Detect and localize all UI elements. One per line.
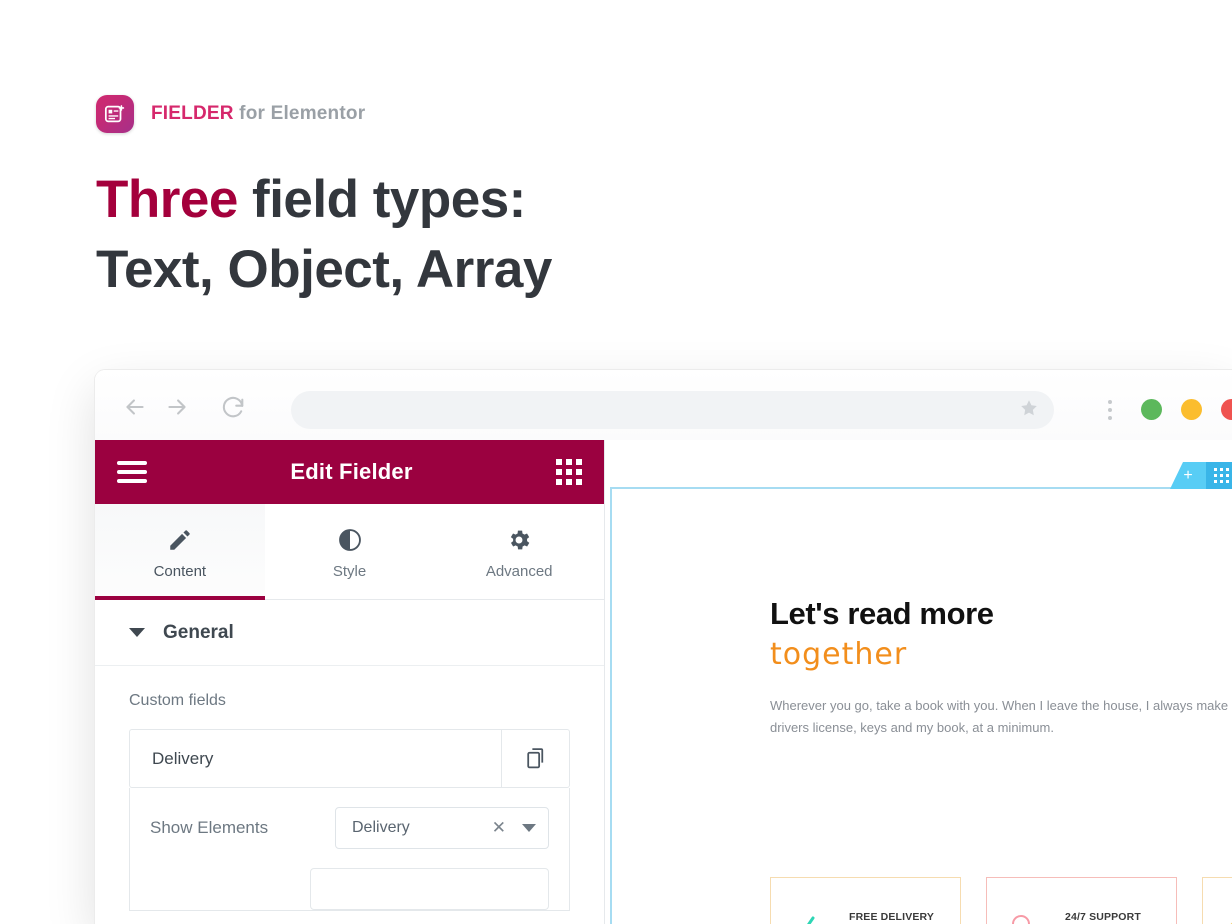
window-controls xyxy=(1141,399,1232,420)
support-person-24-icon: 24 xyxy=(1001,912,1053,924)
preview-subheading: together xyxy=(770,637,908,673)
contrast-icon xyxy=(337,523,363,553)
open-book-heart-icon xyxy=(1217,911,1232,924)
gear-icon xyxy=(506,523,532,553)
brand-suffix: for Elementor xyxy=(233,103,366,124)
kebab-dot xyxy=(1108,408,1112,412)
elementor-section[interactable]: + Let's read more together Wherever you … xyxy=(610,462,1232,924)
browser-window: + Let's read more together Wherever you … xyxy=(95,370,1232,924)
section-handle: + xyxy=(1170,462,1232,489)
feature-card[interactable]: HIGH QUALITY THE BEST QUALITY BOOKSTORE xyxy=(1202,877,1232,924)
grid-apps-icon[interactable] xyxy=(555,459,582,485)
hamburger-menu-icon[interactable] xyxy=(117,461,147,483)
panel-header: Edit Fielder xyxy=(95,440,604,504)
brand-name: FIELDER xyxy=(151,103,234,124)
repeater-item-title: Delivery xyxy=(152,748,214,768)
feature-card[interactable]: 24 24/7 SUPPORT DEDICATED SUPPORT xyxy=(986,877,1177,924)
kebab-dot xyxy=(1108,416,1112,420)
browser-nav-buttons xyxy=(122,394,246,420)
address-bar[interactable] xyxy=(291,391,1054,429)
panel-body: Custom fields Delivery Show Elements Del… xyxy=(95,666,604,911)
star-icon[interactable] xyxy=(1018,397,1040,424)
feature-cards: FREE DELIVERY FOR ALL ODERS OVER $99 24 xyxy=(770,877,1232,924)
close-x-icon[interactable]: ✕ xyxy=(484,818,514,838)
kebab-dot xyxy=(1108,400,1112,404)
preview-content: Let's read more together Wherever you go… xyxy=(770,596,1232,738)
pencil-icon xyxy=(167,523,193,553)
screenshot-root: FIELDER for Elementor Three field types:… xyxy=(0,0,1232,924)
show-elements-select[interactable]: Delivery ✕ xyxy=(335,807,549,849)
headline-highlight: Three xyxy=(96,170,238,229)
headline-line-2: Text, Object, Array xyxy=(96,239,552,299)
plus-icon[interactable]: + xyxy=(1170,462,1206,489)
secondary-field-input[interactable] xyxy=(310,868,549,910)
headline-rest: field types: xyxy=(237,170,526,229)
tab-style[interactable]: Style xyxy=(264,504,435,599)
custom-fields-label: Custom fields xyxy=(129,692,226,709)
caret-down-icon[interactable] xyxy=(522,824,536,832)
maximize-dot[interactable] xyxy=(1181,399,1202,420)
kebab-menu-icon[interactable] xyxy=(1103,394,1117,426)
preview-paragraph: Wherever you go, take a book with you. W… xyxy=(770,698,1232,735)
page-title: Three field types: Text, Object, Array xyxy=(96,165,552,305)
card-text: 24/7 SUPPORT DEDICATED SUPPORT xyxy=(1065,910,1141,924)
minimize-dot[interactable] xyxy=(1141,399,1162,420)
elementor-editor-panel: Edit Fielder Content Style Advanced Gene… xyxy=(95,440,605,924)
caret-down-icon xyxy=(129,628,145,637)
section-title: General xyxy=(163,621,234,643)
section-general-header[interactable]: General xyxy=(95,600,604,666)
repeater-item-controls: Show Elements Delivery ✕ xyxy=(129,788,570,911)
control-label: Show Elements xyxy=(150,818,269,837)
headline-line-1: Three field types: xyxy=(96,165,552,235)
card-line: 24/7 SUPPORT xyxy=(1065,910,1141,923)
delivery-truck-icon xyxy=(785,913,837,924)
panel-tabs: Content Style Advanced xyxy=(95,504,604,600)
tab-label: Content xyxy=(153,563,207,580)
fielder-app-icon xyxy=(96,95,134,133)
tab-content[interactable]: Content xyxy=(95,504,265,600)
preview-heading: Let's read more xyxy=(770,596,994,631)
arrow-right-icon[interactable] xyxy=(164,394,190,420)
card-text: FREE DELIVERY FOR ALL ODERS OVER $99 xyxy=(849,910,936,924)
brand-lockup: FIELDER for Elementor xyxy=(96,95,365,133)
close-dot[interactable] xyxy=(1221,399,1232,420)
elementor-preview-canvas: + Let's read more together Wherever you … xyxy=(605,440,1232,924)
control-show-elements: Show Elements Delivery ✕ xyxy=(150,788,549,868)
panel-title: Edit Fielder xyxy=(290,459,413,484)
feature-card[interactable]: FREE DELIVERY FOR ALL ODERS OVER $99 xyxy=(770,877,961,924)
browser-toolbar xyxy=(95,370,1232,440)
copy-icon[interactable] xyxy=(501,730,569,787)
tab-advanced[interactable]: Advanced xyxy=(434,504,604,599)
brand-text: FIELDER for Elementor xyxy=(151,103,365,125)
tab-label: Style xyxy=(332,563,367,580)
grid-icon[interactable] xyxy=(1206,462,1232,489)
arrow-left-icon[interactable] xyxy=(122,394,148,420)
card-line: FREE DELIVERY xyxy=(849,910,934,923)
repeater-item[interactable]: Delivery xyxy=(129,729,570,788)
reload-icon[interactable] xyxy=(220,394,246,420)
select-value: Delivery xyxy=(352,819,410,836)
tab-label: Advanced xyxy=(485,563,553,580)
